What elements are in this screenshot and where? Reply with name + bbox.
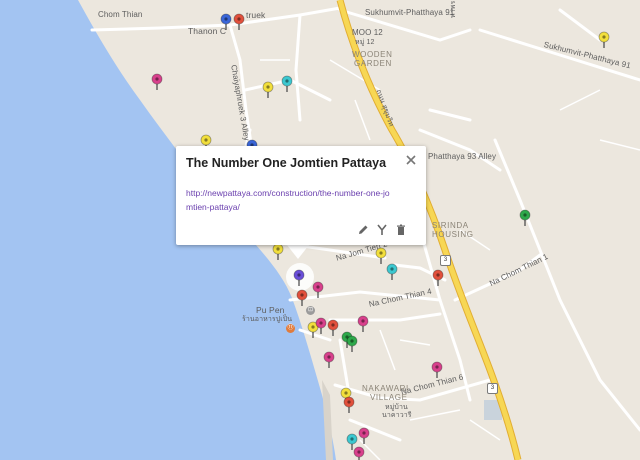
poi-icon: ⊡ — [306, 306, 315, 315]
map-marker-icon[interactable] — [519, 209, 531, 227]
label-phatthaya-93: Phatthaya 93 Alley — [428, 152, 497, 161]
map-marker-icon[interactable] — [296, 289, 308, 307]
style-paint-icon[interactable] — [375, 223, 389, 237]
map-marker-icon[interactable] — [272, 243, 284, 261]
info-window-link[interactable]: http://newpattaya.com/construction/the-n… — [186, 186, 391, 214]
route-shield-3-south: 3 — [487, 383, 498, 394]
map-marker-icon[interactable] — [312, 281, 324, 299]
map-marker-icon[interactable] — [346, 335, 358, 353]
restaurant-poi-icon: ⑪ — [286, 324, 295, 333]
label-wooden: WOODEN — [352, 50, 393, 59]
close-icon[interactable] — [404, 153, 418, 167]
map-marker-icon[interactable] — [357, 315, 369, 333]
map-marker-icon[interactable] — [323, 351, 335, 369]
label-moo12: MOO 12 — [352, 28, 383, 37]
info-window: The Number One Jomtien Pattaya http://ne… — [176, 146, 426, 245]
label-truek: truek — [246, 10, 266, 20]
label-sukhumvit-91: Sukhumvit-Phatthaya 91 — [365, 8, 455, 17]
map-marker-icon[interactable] — [151, 73, 163, 91]
map-marker-icon[interactable] — [432, 269, 444, 287]
label-garden: GARDEN — [354, 59, 392, 68]
map-marker-icon[interactable] — [353, 446, 365, 460]
label-chom-thian-road: Chom Thian — [98, 10, 143, 19]
map-marker-icon[interactable] — [327, 319, 339, 337]
map-marker-icon[interactable] — [358, 427, 370, 445]
map-marker-icon[interactable] — [598, 31, 610, 49]
info-window-tail — [287, 245, 309, 259]
map-marker-icon[interactable] — [220, 13, 232, 31]
map-marker-icon[interactable] — [293, 269, 305, 287]
delete-trash-icon[interactable] — [394, 223, 408, 237]
map-marker-icon[interactable] — [343, 396, 355, 414]
label-thai-top: ท่าพระยา — [450, 0, 457, 18]
label-nakawari: NAKAWARI — [362, 384, 409, 393]
label-sirinda: SIRINDA — [432, 221, 469, 230]
map-marker-icon[interactable] — [315, 317, 327, 335]
map-marker-icon[interactable] — [262, 81, 274, 99]
map-marker-icon[interactable] — [386, 263, 398, 281]
label-pu-pen-thai: ร้านอาหารปูเป็น — [242, 316, 293, 323]
label-village: VILLAGE — [370, 393, 408, 402]
label-moo12-thai: หมู่ 12 — [355, 39, 375, 46]
map-marker-icon[interactable] — [281, 75, 293, 93]
info-window-tools — [356, 223, 408, 237]
label-nakawari-thai-2: นาคาวารี — [382, 412, 412, 419]
map-marker-icon[interactable] — [233, 13, 245, 31]
label-housing: HOUSING — [432, 230, 474, 239]
route-shield-3: 3 — [440, 255, 451, 266]
map-marker-icon[interactable] — [431, 361, 443, 379]
info-window-title: The Number One Jomtien Pattaya — [186, 156, 387, 170]
edit-pencil-icon[interactable] — [356, 223, 370, 237]
map-canvas[interactable]: Chom Thian Thanon C truek Sukhumvit-Phat… — [0, 0, 640, 460]
